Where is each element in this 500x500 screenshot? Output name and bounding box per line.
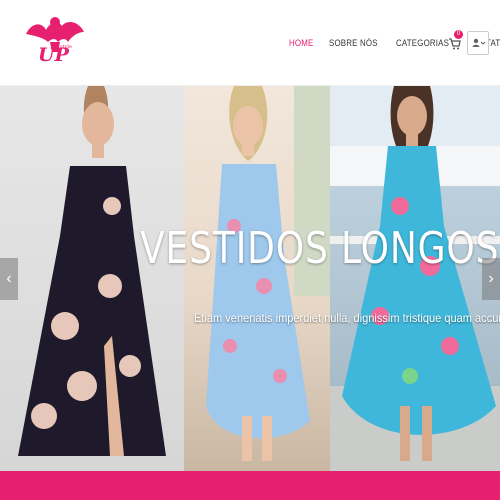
cart-icon[interactable] — [448, 37, 462, 51]
nav-sobre-nos[interactable]: SOBRE NÓS — [329, 38, 378, 48]
slider-prev-button[interactable]: ‹ — [0, 258, 18, 300]
pink-footer-bar — [0, 471, 500, 500]
slide-photo-turquoise-floral-dress — [330, 86, 500, 471]
slide-subtitle: Etiam venenatis imperdiet nulla, digniss… — [194, 311, 500, 325]
site-header: UP style HOME SOBRE NÓS CATEGORIAS CONTA… — [0, 0, 500, 86]
logo-subtext: style — [60, 44, 72, 50]
chevron-left-icon: ‹ — [6, 270, 12, 287]
hero-slider: VESTIDOS LONGOS Etiam venenatis imperdie… — [0, 86, 500, 471]
user-icon — [472, 38, 486, 47]
cart-count-badge: 0 — [454, 30, 463, 39]
slide-photo-light-blue-dress — [184, 86, 330, 471]
slider-next-button[interactable]: › — [482, 258, 500, 300]
user-menu-button[interactable] — [467, 31, 489, 55]
slide-photo-black-floral-dress — [0, 86, 184, 471]
slide-title: VESTIDOS LONGOS — [140, 223, 500, 274]
nav-categorias[interactable]: CATEGORIAS — [396, 38, 449, 48]
nav-home[interactable]: HOME — [289, 38, 313, 48]
chevron-right-icon: › — [488, 270, 494, 287]
